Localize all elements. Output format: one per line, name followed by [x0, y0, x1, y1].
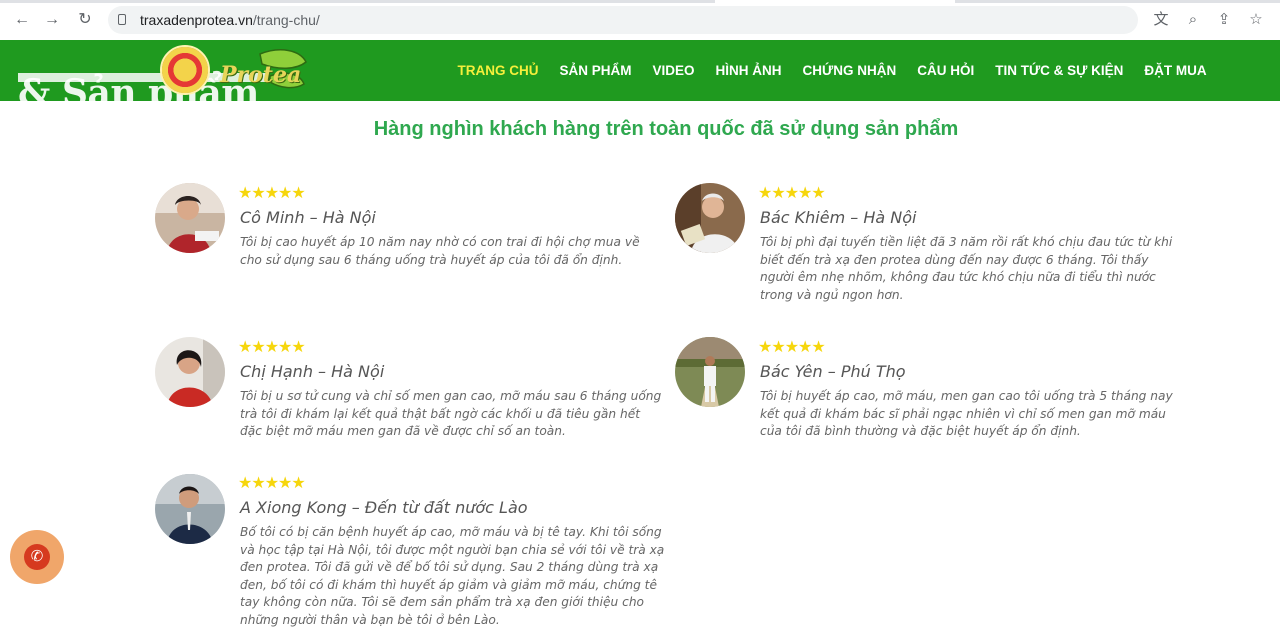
rating-stars: ★★★★★ [758, 339, 826, 356]
avatar [155, 183, 225, 253]
share-icon[interactable]: ⇪ [1214, 10, 1234, 30]
zoom-icon[interactable]: ⌕ [1183, 10, 1203, 30]
testimonial-text: Tôi bị phì đại tuyến tiền liệt đã 3 năm … [760, 235, 1173, 302]
avatar [155, 474, 225, 544]
testimonial-name: Bác Khiêm – Hà Nội [760, 208, 917, 227]
testimonial-name: Cô Minh – Hà Nội [240, 208, 376, 227]
menu-item-hinh-anh[interactable]: HÌNH ẢNH [705, 63, 792, 78]
forward-icon[interactable]: → [42, 10, 62, 30]
reload-icon[interactable]: ↻ [75, 10, 95, 30]
testimonial-text: Tôi bị u sơ tử cung và chỉ số men gan ca… [240, 389, 662, 438]
rating-stars: ★★★★★ [238, 185, 306, 202]
avatar [675, 337, 745, 407]
site-info-icon[interactable] [118, 14, 126, 25]
rating-stars: ★★★★★ [758, 185, 826, 202]
avatar [675, 183, 745, 253]
menu-item-video[interactable]: VIDEO [642, 63, 705, 78]
rating-stars: ★★★★★ [238, 339, 306, 356]
menu-item-trang-chu[interactable]: TRANG CHỦ [447, 63, 549, 78]
browser-toolbar: ← → ↻ traxadenprotea.vn/trang-chu/ 文 ⌕ ⇪… [0, 0, 1280, 41]
bookmark-star-icon[interactable]: ☆ [1246, 10, 1266, 30]
rating-stars: ★★★★★ [238, 475, 306, 492]
tab-strip [0, 0, 1280, 3]
translate-icon[interactable]: 文 [1151, 10, 1171, 30]
back-icon[interactable]: ← [12, 10, 32, 30]
menu-item-san-pham[interactable]: SẢN PHẨM [549, 63, 642, 78]
url-host: traxadenprotea.vn [140, 12, 253, 28]
menu-item-tin-tuc[interactable]: TIN TỨC & SỰ KIỆN [985, 63, 1134, 78]
avatar [155, 337, 225, 407]
url-text[interactable]: traxadenprotea.vn/trang-chu/ [140, 12, 320, 28]
main-menu: TRANG CHỦ SẢN PHẨM VIDEO HÌNH ẢNH CHỨNG … [447, 40, 1217, 101]
testimonial-name: Chị Hạnh – Hà Nội [240, 362, 385, 381]
logo-brand[interactable]: Protea [220, 62, 301, 88]
menu-item-cau-hoi[interactable]: CÂU HỎI [907, 63, 985, 78]
testimonial-name: Bác Yên – Phú Thọ [760, 362, 906, 381]
url-path: /trang-chu/ [252, 12, 320, 28]
testimonial-name: A Xiong Kong – Đến từ đất nước Lào [240, 498, 528, 517]
menu-item-dat-mua[interactable]: ĐẶT MUA [1134, 63, 1217, 78]
testimonial-text: Tôi bị huyết áp cao, mỡ máu, men gan cao… [760, 389, 1173, 438]
page-headline: Hàng nghìn khách hàng trên toàn quốc đã … [373, 118, 959, 140]
phone-icon[interactable]: ✆ [24, 544, 50, 570]
testimonial-text: Tôi bị cao huyết áp 10 năm nay nhờ có co… [240, 235, 640, 267]
testimonial-text: Bố tôi có bị căn bệnh huyết áp cao, mỡ m… [240, 525, 665, 627]
menu-item-chung-nhan[interactable]: CHỨNG NHẬN [792, 63, 907, 78]
